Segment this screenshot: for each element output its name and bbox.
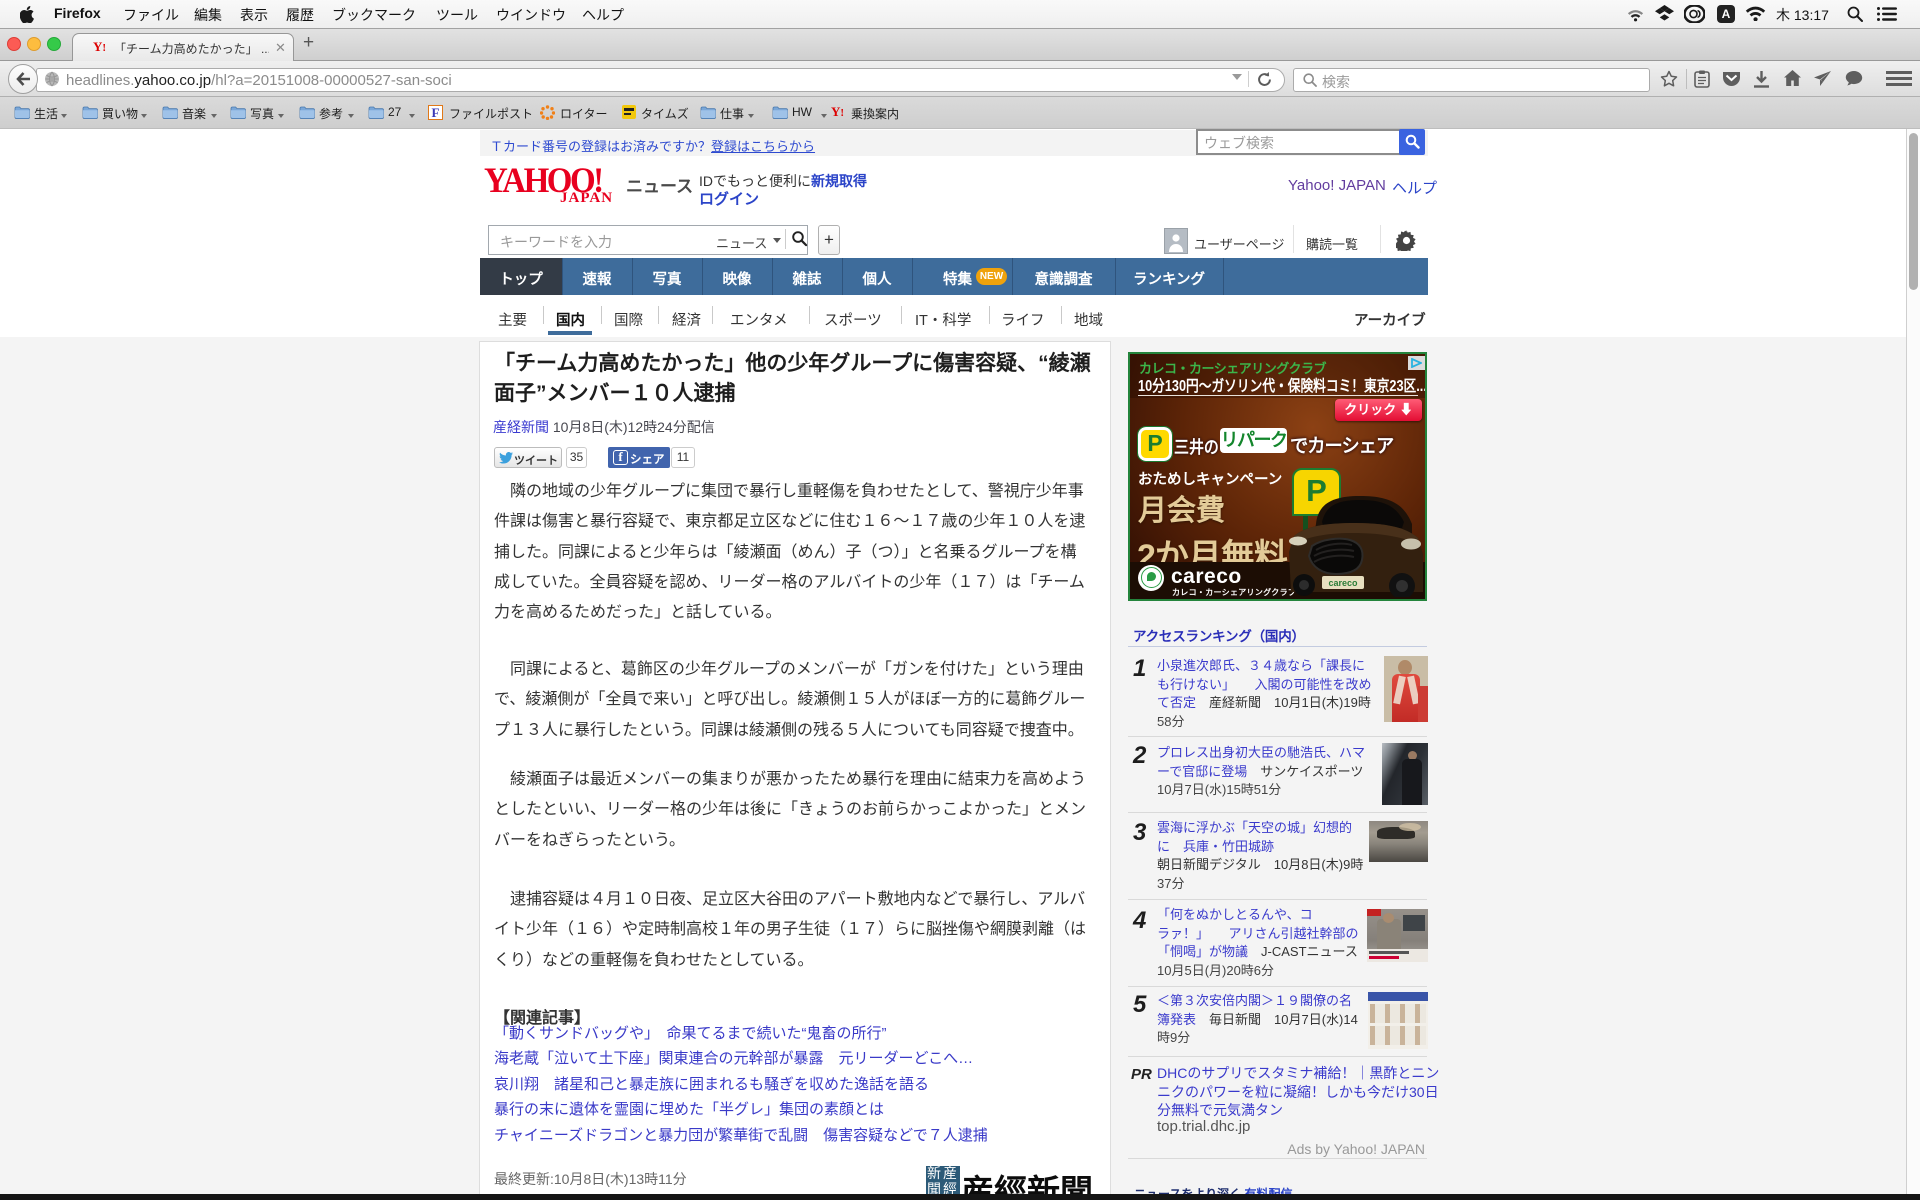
svg-text:careco: careco <box>1328 578 1358 588</box>
